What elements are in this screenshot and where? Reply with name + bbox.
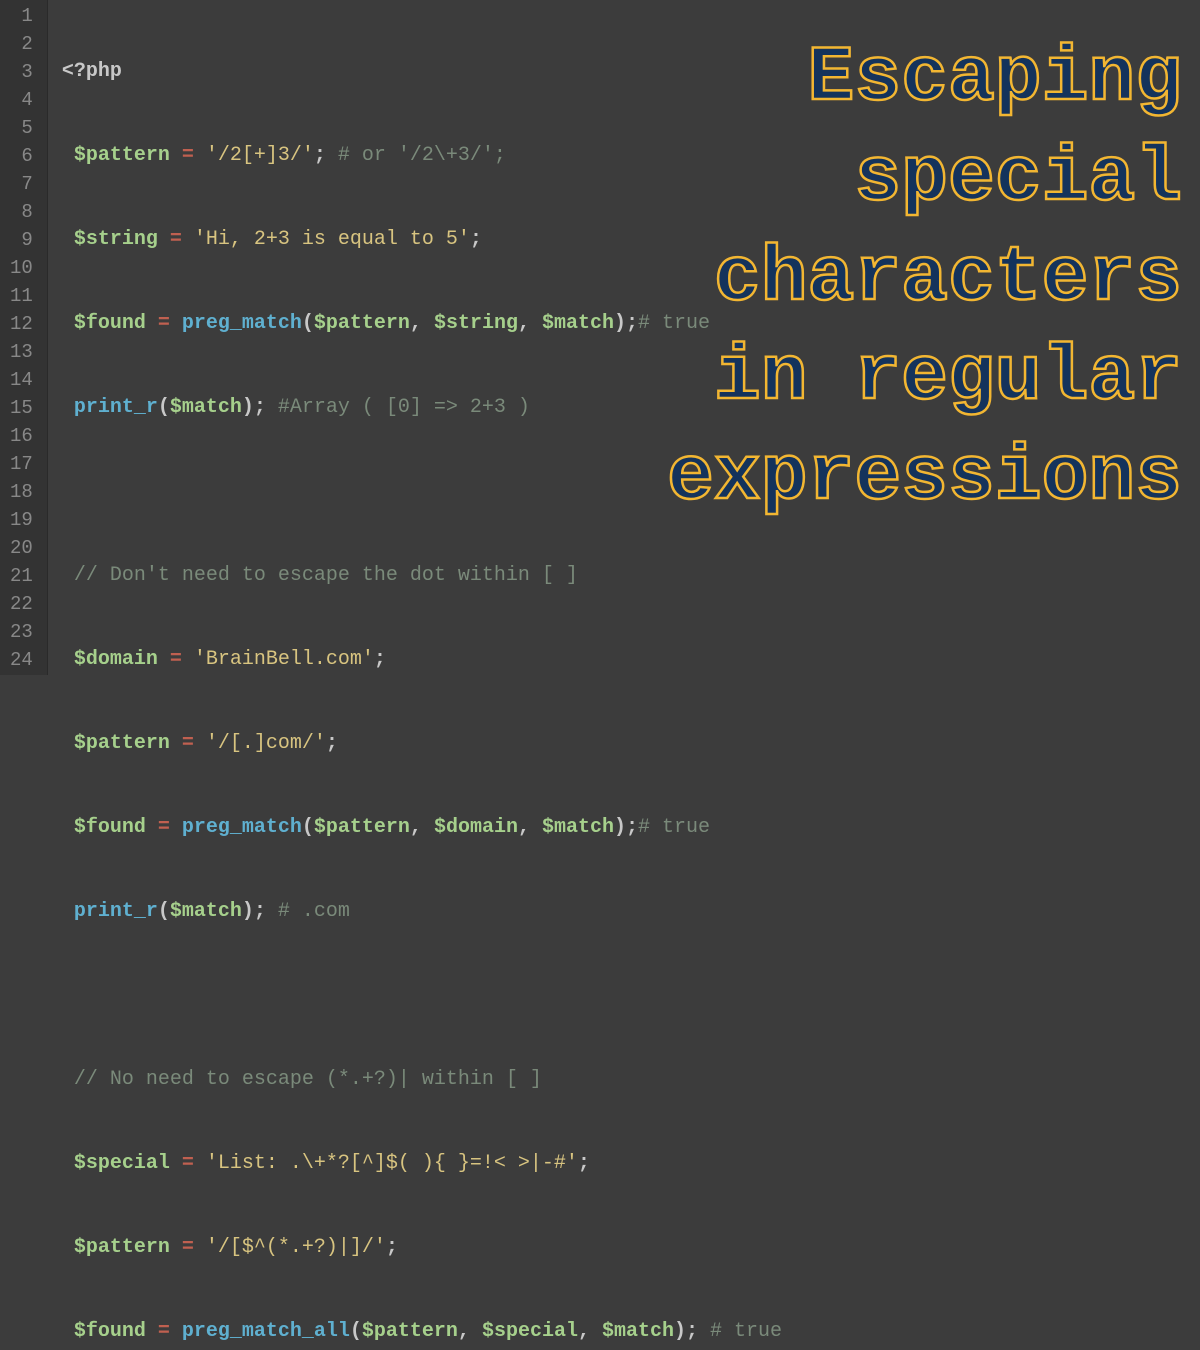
line-number: 14 <box>10 366 33 394</box>
line-number: 9 <box>10 226 33 254</box>
line-number: 7 <box>10 170 33 198</box>
line-number: 21 <box>10 562 33 590</box>
line-number: 6 <box>10 142 33 170</box>
line-number: 24 <box>10 646 33 674</box>
line-number: 3 <box>10 58 33 86</box>
line-number: 15 <box>10 394 33 422</box>
code-line <box>62 478 782 506</box>
line-number: 20 <box>10 534 33 562</box>
line-number: 18 <box>10 478 33 506</box>
line-number: 13 <box>10 338 33 366</box>
line-number: 11 <box>10 282 33 310</box>
line-number: 19 <box>10 506 33 534</box>
code-line: print_r($match); # .com <box>62 898 782 926</box>
line-number: 16 <box>10 422 33 450</box>
line-number: 22 <box>10 590 33 618</box>
line-number: 4 <box>10 86 33 114</box>
line-number: 23 <box>10 618 33 646</box>
line-number: 5 <box>10 114 33 142</box>
code-line: $domain = 'BrainBell.com'; <box>62 646 782 674</box>
code-line: $pattern = '/[$^(*.+?)|]/'; <box>62 1234 782 1262</box>
code-line: <?php <box>62 58 782 86</box>
line-number: 12 <box>10 310 33 338</box>
code-line: // No need to escape (*.+?)| within [ ] <box>62 1066 782 1094</box>
code-line: $pattern = '/2[+]3/'; # or '/2\+3/'; <box>62 142 782 170</box>
code-line: $found = preg_match_all($pattern, $speci… <box>62 1318 782 1346</box>
line-number: 2 <box>10 30 33 58</box>
code-line: $string = 'Hi, 2+3 is equal to 5'; <box>62 226 782 254</box>
code-line: $found = preg_match($pattern, $domain, $… <box>62 814 782 842</box>
code-line: $pattern = '/[.]com/'; <box>62 730 782 758</box>
code-line: // Don't need to escape the dot within [… <box>62 562 782 590</box>
code-editor: 123456789101112131415161718192021222324 … <box>0 0 1200 675</box>
line-number: 8 <box>10 198 33 226</box>
code-area: <?php $pattern = '/2[+]3/'; # or '/2\+3/… <box>48 0 782 675</box>
line-number: 10 <box>10 254 33 282</box>
line-number: 1 <box>10 2 33 30</box>
code-line: $special = 'List: .\+*?[^]$( ){ }=!< >|-… <box>62 1150 782 1178</box>
line-number-gutter: 123456789101112131415161718192021222324 <box>0 0 48 675</box>
code-line <box>62 982 782 1010</box>
code-line: print_r($match); #Array ( [0] => 2+3 ) <box>62 394 782 422</box>
code-line: $found = preg_match($pattern, $string, $… <box>62 310 782 338</box>
line-number: 17 <box>10 450 33 478</box>
